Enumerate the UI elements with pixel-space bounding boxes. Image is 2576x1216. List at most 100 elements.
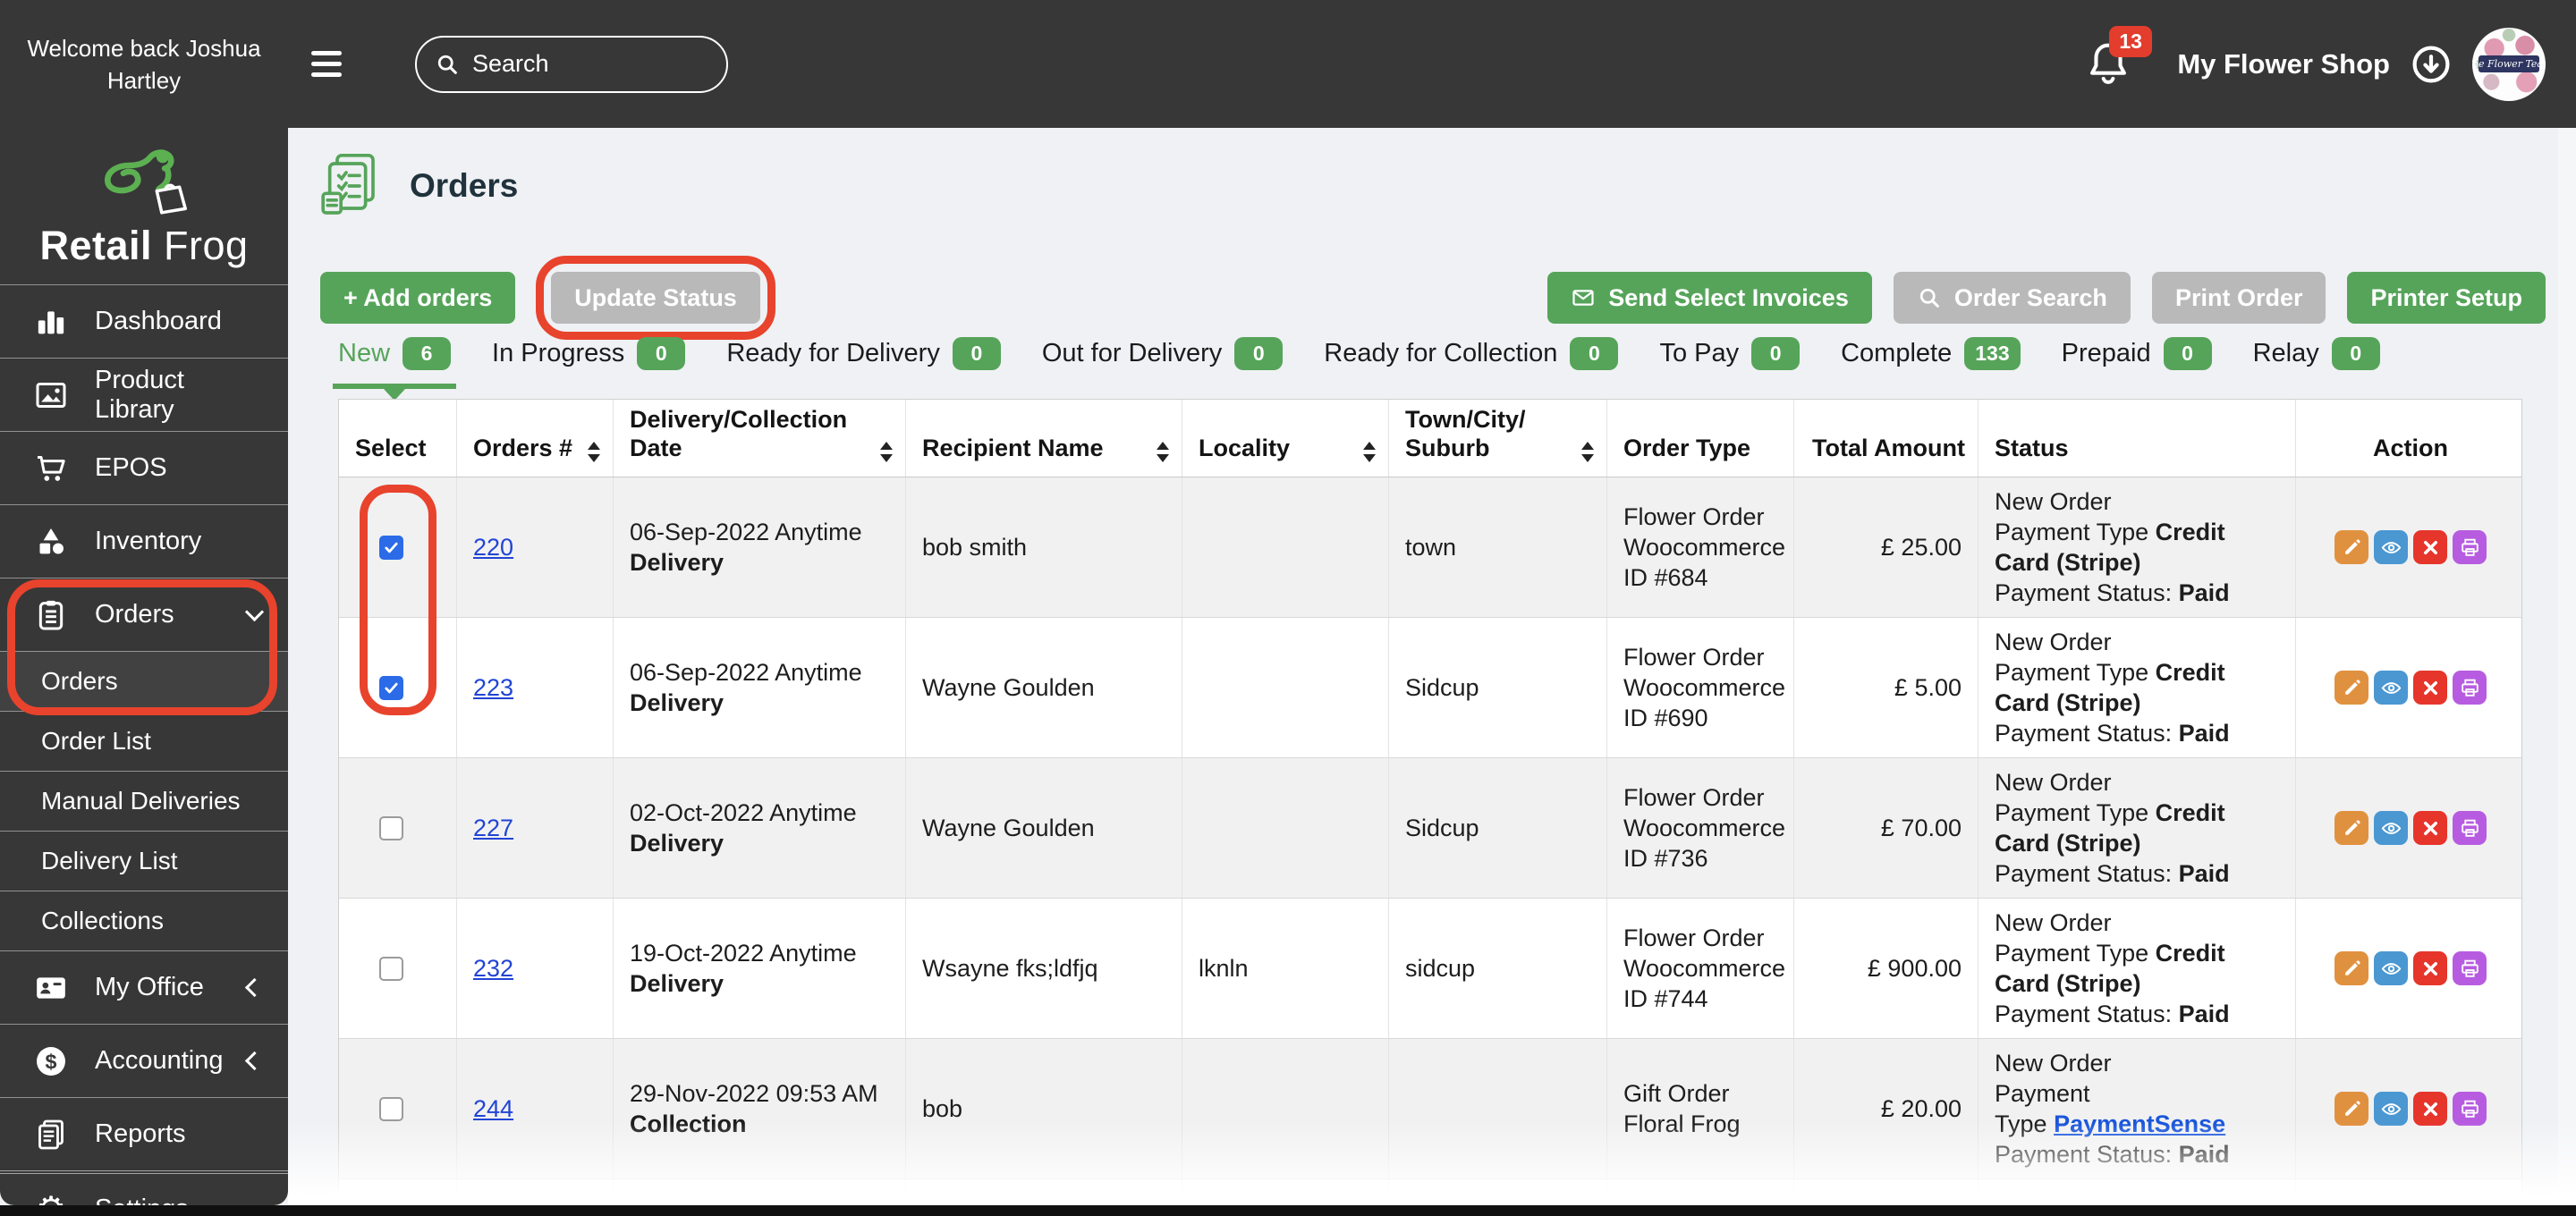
tab-prepaid[interactable]: Prepaid 0 [2062,336,2212,370]
page-actions-left: + Add orders Update Status [320,256,775,340]
amount: £ 900.00 [1867,955,1962,982]
row-checkbox[interactable] [379,675,403,700]
date-mode: Collection [630,1110,747,1137]
sort-icon[interactable] [1148,442,1169,462]
tab-new[interactable]: New 6 [333,336,457,401]
edit-order-button[interactable] [2334,1092,2368,1126]
action-cell [2296,618,2521,757]
order-number-link[interactable]: 244 [473,1094,513,1124]
add-orders-button[interactable]: + Add orders [320,272,516,324]
row-checkbox[interactable] [379,535,403,560]
sidebar-item-orders[interactable]: Orders [0,578,288,651]
print-order-button[interactable] [2453,1092,2487,1126]
table-row: 244 29-Nov-2022 09:53 AM Collection bob … [339,1039,2521,1179]
sort-icon[interactable] [871,442,893,462]
sidebar-subitem-collections[interactable]: Collections [0,891,288,950]
delete-order-button[interactable] [2413,811,2447,845]
scrollbar[interactable] [2558,128,2576,1205]
print-order-button[interactable] [2453,951,2487,985]
view-order-button[interactable] [2374,951,2408,985]
column-header-town-city-suburb[interactable]: Town/City/ Suburb [1389,400,1607,477]
sort-icon[interactable] [1572,442,1594,462]
chevron-left-icon [244,1051,265,1071]
tab-ready-for-delivery[interactable]: Ready for Delivery 0 [726,336,1001,370]
recipient-cell: Wayne Goulden [906,618,1182,757]
paymentsense-link[interactable]: PaymentSense [2054,1110,2225,1137]
sidebar-item-inventory[interactable]: Inventory [0,504,288,578]
sidebar-subitem-order-list[interactable]: Order List [0,711,288,771]
edit-order-button[interactable] [2334,671,2368,705]
locality-cell [1182,618,1389,757]
tab-label: Complete [1841,338,1953,367]
sort-icon[interactable] [579,442,600,462]
column-header-recipient-name[interactable]: Recipient Name [906,400,1182,477]
column-header-locality[interactable]: Locality [1182,400,1389,477]
view-order-button[interactable] [2374,1092,2408,1126]
total-amount-cell: £ 5.00 [1794,618,1979,757]
view-order-button[interactable] [2374,530,2408,564]
tab-relay[interactable]: Relay 0 [2252,336,2380,370]
sidebar-subitem-orders[interactable]: Orders [0,651,288,711]
tab-complete[interactable]: Complete 133 [1841,336,2021,370]
avatar[interactable]: The Flower Team [2472,27,2546,101]
row-checkbox[interactable] [379,815,403,840]
order-number-link[interactable]: 232 [473,953,513,984]
print-order-button[interactable] [2453,671,2487,705]
payment-status-line: Payment Status: Paid [1995,718,2230,748]
tab-label: To Pay [1659,338,1740,367]
delivery-date-cell: 19-Oct-2022 Anytime Delivery [614,899,906,1038]
delete-order-button[interactable] [2413,1092,2447,1126]
search-input[interactable]: Search [415,35,728,93]
column-label: Locality [1199,435,1291,461]
tab-label: In Progress [492,338,625,367]
sidebar-item-settings[interactable]: ⚙ Settings [0,1170,288,1205]
epos-icon [30,448,72,489]
tab-label: Out for Delivery [1041,338,1223,367]
sort-icon[interactable] [1354,442,1376,462]
tab-ready-for-collection[interactable]: Ready for Collection 0 [1324,336,1619,370]
edit-order-button[interactable] [2334,530,2368,564]
order-search-button[interactable]: Order Search [1893,272,2131,324]
tab-in-progress[interactable]: In Progress 0 [492,336,686,370]
sidebar-item-epos[interactable]: EPOS [0,431,288,504]
sidebar-item-product-library[interactable]: Product Library [0,358,288,431]
tab-out-for-delivery[interactable]: Out for Delivery 0 [1041,336,1284,370]
print-order-button[interactable]: Print Order [2151,272,2326,324]
delete-order-button[interactable] [2413,671,2447,705]
order-number-link[interactable]: 220 [473,532,513,562]
payment-type-label: Payment Type [1995,799,2149,826]
order-number-link[interactable]: 227 [473,813,513,843]
hamburger-menu-icon[interactable] [302,42,351,86]
row-checkbox[interactable] [379,956,403,981]
update-status-button[interactable]: Update Status [551,272,760,324]
view-order-button[interactable] [2374,811,2408,845]
tab-to-pay[interactable]: To Pay 0 [1659,336,1801,370]
account-menu[interactable]: My Flower Shop The Flower Team [2177,27,2546,101]
order-number-link[interactable]: 223 [473,672,513,703]
print-order-button[interactable] [2453,530,2487,564]
column-label: Delivery/Collection Date [630,406,848,461]
tab-label: Relay [2252,338,2319,367]
column-header-orders[interactable]: Orders # [457,400,614,477]
sidebar-item-accounting[interactable]: $ Accounting [0,1024,288,1097]
delete-order-button[interactable] [2413,530,2447,564]
sidebar-subitem-delivery-list[interactable]: Delivery List [0,831,288,891]
edit-order-button[interactable] [2334,811,2368,845]
sidebar-item-dashboard[interactable]: Dashboard [0,284,288,358]
annotation-update-status: Update Status [536,256,775,340]
column-label: Orders # [473,435,573,461]
sidebar-item-my-office[interactable]: My Office [0,950,288,1024]
town-cell: sidcup [1389,899,1607,1038]
printer-setup-button[interactable]: Printer Setup [2347,272,2546,324]
column-header-delivery-collection-date[interactable]: Delivery/Collection Date [614,400,906,477]
send-select-invoices-button[interactable]: Send Select Invoices [1547,272,1872,324]
notifications-button[interactable]: 13 [2082,25,2152,90]
edit-order-button[interactable] [2334,951,2368,985]
sidebar-subitem-manual-deliveries[interactable]: Manual Deliveries [0,771,288,831]
print-order-button[interactable] [2453,811,2487,845]
sidebar-item-reports[interactable]: Reports [0,1097,288,1170]
action-cell [2296,477,2521,617]
delete-order-button[interactable] [2413,951,2447,985]
row-checkbox[interactable] [379,1096,403,1121]
view-order-button[interactable] [2374,671,2408,705]
